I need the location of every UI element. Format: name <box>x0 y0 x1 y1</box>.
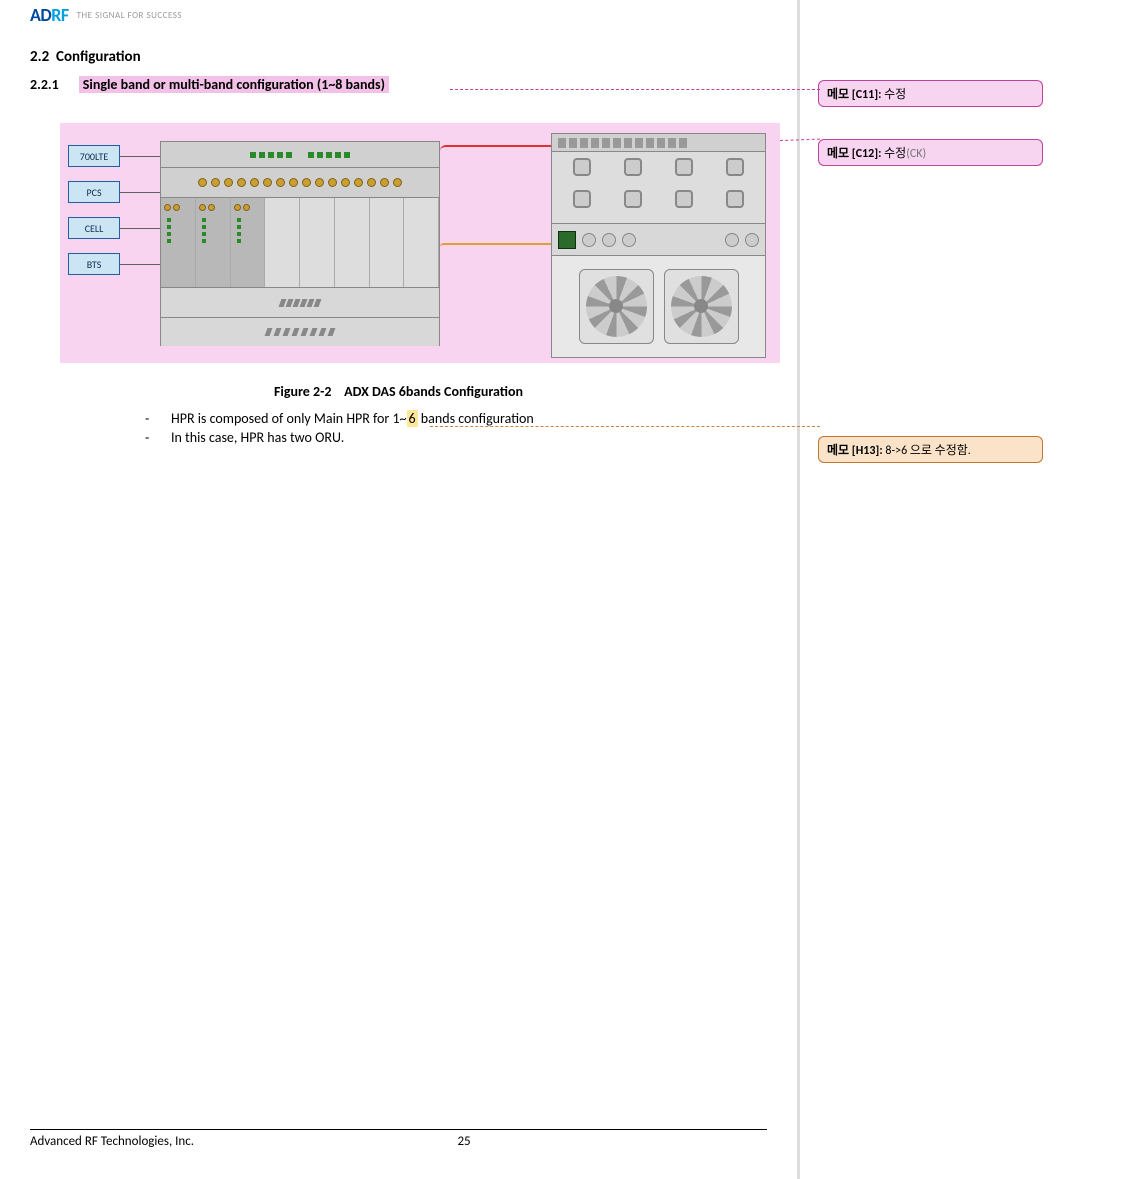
list-item-text: HPR is composed of only Main HPR for 1~6… <box>171 410 534 427</box>
comment-leader-c11 <box>450 89 820 90</box>
band-label-700lte: 700LTE <box>68 145 120 167</box>
section-number: 2.2 <box>30 48 49 66</box>
bullet-list: - HPR is composed of only Main HPR for 1… <box>145 410 767 446</box>
rack-connector-row <box>161 168 439 198</box>
comment-text: 수정 <box>884 147 906 161</box>
hpr-fan-row <box>552 256 765 356</box>
fan-icon <box>664 269 739 344</box>
rack-chassis <box>160 141 440 346</box>
page-footer: Advanced RF Technologies, Inc. 25 <box>30 1129 767 1149</box>
comment-text: 수정 <box>884 88 906 102</box>
logo-text-rf: RF <box>51 4 68 26</box>
band-label-pcs: PCS <box>68 181 120 203</box>
list-item: - HPR is composed of only Main HPR for 1… <box>145 410 767 427</box>
subsection-title: Single band or multi-band configuration … <box>79 76 389 93</box>
comment-balloon-h13[interactable]: 메모 [H13]: 8->6 으로 수정함. <box>818 436 1043 463</box>
comment-text: 8->6 으로 수정함. <box>885 444 970 458</box>
hpr-connector-grid <box>552 152 765 224</box>
subsection-heading: 2.2.1 Single band or multi-band configur… <box>30 76 767 93</box>
rack-slot-empty <box>335 198 370 287</box>
tagline: THE SIGNAL FOR SUCCESS <box>77 10 182 21</box>
subsection-number: 2.2.1 <box>30 76 59 93</box>
hpr-mid-panel <box>552 224 765 256</box>
rack-slot-empty <box>404 198 439 287</box>
rack-slot-row <box>161 198 439 288</box>
comment-label: 메모 [C11]: <box>827 88 884 102</box>
dash-icon: - <box>145 410 153 427</box>
figure-caption-text: ADX DAS 6bands Configuration <box>344 383 523 400</box>
list-item: - In this case, HPR has two ORU. <box>145 429 767 446</box>
fan-icon <box>579 269 654 344</box>
rack-slot-empty <box>265 198 300 287</box>
rack-slot <box>231 198 266 287</box>
comment-label: 메모 [C12]: <box>827 147 884 161</box>
rack-bottom-panel <box>161 288 439 318</box>
rack-slot-empty <box>300 198 335 287</box>
hpr-top-row <box>552 134 765 152</box>
band-label-bts: BTS <box>68 253 120 275</box>
figure-caption-label: Figure 2-2 <box>274 383 332 400</box>
section-heading: 2.2 Configuration <box>30 48 767 66</box>
comment-label: 메모 [H13]: <box>827 444 885 458</box>
band-label-group: 700LTE PCS CELL BTS <box>68 145 120 275</box>
rack-slot-empty <box>370 198 405 287</box>
spacer <box>818 198 1123 436</box>
rack-slot <box>196 198 231 287</box>
comment-leader-h13 <box>430 426 820 427</box>
rack-slot <box>161 198 196 287</box>
section-title: Configuration <box>56 48 141 66</box>
page-header: ADRF THE SIGNAL FOR SUCCESS <box>30 0 767 30</box>
figure-diagram: 700LTE PCS CELL BTS <box>60 123 780 363</box>
hpr-unit <box>551 133 766 358</box>
footer-page-number: 25 <box>457 1134 470 1149</box>
rack-top-panel <box>161 142 439 168</box>
rack-bottom-panel-2 <box>161 318 439 346</box>
highlight: 6 <box>407 410 418 427</box>
dash-icon: - <box>145 429 153 446</box>
comment-balloon-c11[interactable]: 메모 [C11]: 수정 <box>818 80 1043 107</box>
comments-panel: 메모 [C11]: 수정 메모 [C12]: 수정(CK) 메모 [H13]: … <box>800 0 1133 1179</box>
comment-suffix: (CK) <box>906 147 926 161</box>
logo-text-ad: AD <box>30 4 51 26</box>
figure-caption: Figure 2-2 ADX DAS 6bands Configuration <box>30 383 767 400</box>
document-page: ADRF THE SIGNAL FOR SUCCESS 2.2 Configur… <box>0 0 800 1179</box>
comment-balloon-c12[interactable]: 메모 [C12]: 수정(CK) <box>818 139 1043 166</box>
band-label-cell: CELL <box>68 217 120 239</box>
footer-company: Advanced RF Technologies, Inc. <box>30 1134 457 1149</box>
list-item-text: In this case, HPR has two ORU. <box>171 429 344 446</box>
logo: ADRF <box>30 4 69 26</box>
